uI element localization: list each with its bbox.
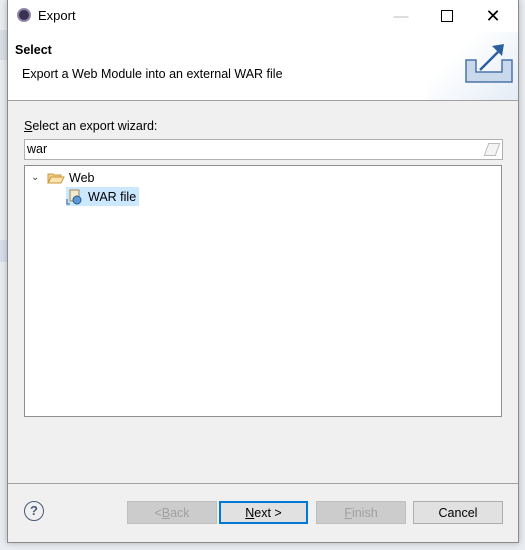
export-banner xyxy=(428,32,518,100)
wizard-tree[interactable]: ⌄ Web WAR file xyxy=(24,165,502,417)
clear-filter-icon[interactable] xyxy=(483,143,501,156)
title-bar: Export — ✕ xyxy=(8,0,518,32)
background-app xyxy=(0,30,7,60)
close-icon[interactable]: ✕ xyxy=(470,0,516,32)
export-dialog: Export — ✕ Select Export a Web Module in… xyxy=(7,0,519,543)
tree-item-war-file[interactable]: WAR file xyxy=(66,187,140,206)
minimize-icon[interactable]: — xyxy=(378,0,424,32)
wizard-label: Select an export wizard: xyxy=(24,119,158,133)
page-description: Export a Web Module into an external WAR… xyxy=(22,67,283,81)
maximize-icon[interactable] xyxy=(424,0,470,32)
export-icon xyxy=(465,44,513,83)
divider xyxy=(8,483,518,484)
wizard-header: Select Export a Web Module into an exter… xyxy=(8,32,518,101)
next-button[interactable]: Next > xyxy=(219,501,308,524)
cancel-button[interactable]: Cancel xyxy=(413,501,503,524)
war-file-icon xyxy=(66,189,82,204)
tree-item-web[interactable]: ⌄ Web xyxy=(31,168,94,187)
filter-field[interactable] xyxy=(24,139,503,160)
background-app xyxy=(0,240,7,262)
filter-input[interactable] xyxy=(25,140,469,158)
window-title: Export xyxy=(38,8,76,23)
chevron-down-icon[interactable]: ⌄ xyxy=(31,172,47,183)
page-title: Select xyxy=(15,43,52,57)
back-button[interactable]: < Back xyxy=(127,501,217,524)
tree-item-label: Web xyxy=(69,170,95,185)
finish-button[interactable]: Finish xyxy=(316,501,406,524)
help-icon[interactable]: ? xyxy=(24,501,44,521)
folder-open-icon xyxy=(47,173,65,183)
eclipse-icon xyxy=(17,8,31,22)
tree-item-label: WAR file xyxy=(88,189,137,204)
